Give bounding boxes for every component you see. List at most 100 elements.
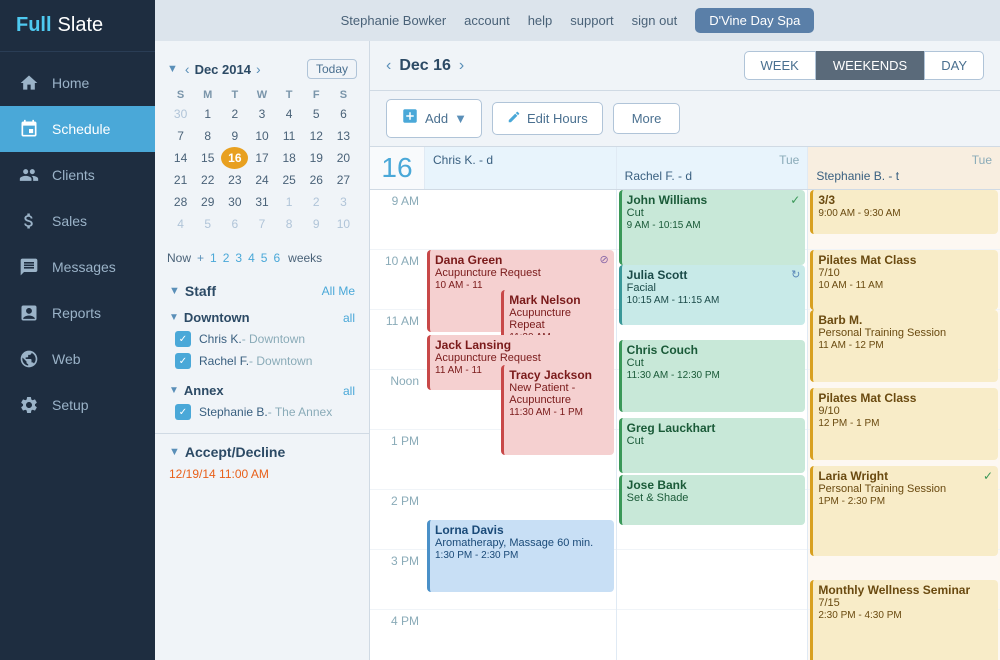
sidebar-item-reports[interactable]: Reports [0, 290, 155, 336]
cal-main-prev-button[interactable]: ‹ [386, 57, 391, 75]
appt-tracy-jackson[interactable]: Tracy Jackson New Patient - Acupuncture … [501, 365, 613, 455]
appt-jose-bank[interactable]: Jose Bank Set & Shade [619, 475, 806, 525]
week-link-5[interactable]: 5 [261, 251, 268, 265]
spa-button[interactable]: D'Vine Day Spa [695, 8, 814, 33]
cal-day[interactable]: 7 [167, 125, 194, 147]
day-view-button[interactable]: DAY [924, 51, 984, 80]
annex-all-link[interactable]: all [343, 384, 355, 398]
appt-pilates-1[interactable]: Pilates Mat Class 7/10 10 AM - 11 AM [810, 250, 998, 310]
cal-day[interactable]: 9 [303, 213, 330, 235]
week-link-1[interactable]: 1 [210, 251, 217, 265]
appt-lorna-davis[interactable]: Lorna Davis Aromatherapy, Massage 60 min… [427, 520, 614, 592]
cal-day[interactable]: 14 [167, 147, 194, 169]
appt-3-3[interactable]: 3/3 9:00 AM - 9:30 AM [810, 190, 998, 234]
cal-day[interactable]: 19 [303, 147, 330, 169]
topbar-signout-link[interactable]: sign out [632, 13, 678, 28]
appt-julia-scott[interactable]: ↻ Julia Scott Facial 10:15 AM - 11:15 AM [619, 265, 806, 325]
cal-day[interactable]: 23 [221, 169, 248, 191]
sidebar-item-clients[interactable]: Clients [0, 152, 155, 198]
accept-arrow[interactable]: ▼ [169, 446, 180, 458]
cal-day[interactable]: 10 [248, 125, 275, 147]
sidebar-item-setup[interactable]: Setup [0, 382, 155, 428]
sidebar-item-web[interactable]: Web [0, 336, 155, 382]
cal-dropdown-arrow[interactable]: ▼ [167, 63, 178, 75]
staff-all-me-link[interactable]: All Me [322, 284, 355, 298]
cal-day[interactable]: 21 [167, 169, 194, 191]
sidebar-item-home[interactable]: Home [0, 60, 155, 106]
cal-day[interactable]: 12 [303, 125, 330, 147]
cal-day[interactable]: 3 [330, 191, 357, 213]
cal-day[interactable]: 13 [330, 125, 357, 147]
cal-day[interactable]: 1 [194, 103, 221, 125]
cal-day[interactable]: 5 [194, 213, 221, 235]
edit-hours-button[interactable]: Edit Hours [492, 102, 603, 135]
cal-day[interactable]: 4 [167, 213, 194, 235]
week-link-3[interactable]: 3 [235, 251, 242, 265]
cal-day[interactable]: 30 [167, 103, 194, 125]
cal-day[interactable]: 2 [221, 103, 248, 125]
add-button[interactable]: Add ▼ [386, 99, 482, 138]
staff-arrow[interactable]: ▼ [169, 285, 180, 297]
cal-prev-button[interactable]: ‹ [182, 61, 193, 77]
cal-day[interactable]: 30 [221, 191, 248, 213]
appt-laria-wright[interactable]: ✓ Laria Wright Personal Training Session… [810, 466, 998, 556]
cal-day[interactable]: 4 [276, 103, 303, 125]
appt-john-williams[interactable]: ✓ John Williams Cut 9 AM - 10:15 AM [619, 190, 806, 265]
cal-next-button[interactable]: › [253, 61, 264, 77]
staff-item-stephanieb[interactable]: Stephanie B.- The Annex [169, 401, 355, 423]
cal-main-next-button[interactable]: › [459, 57, 464, 75]
appt-monthly-wellness[interactable]: Monthly Wellness Seminar 7/15 2:30 PM - … [810, 580, 998, 660]
staff-section: ▼ Staff All Me ▼ Downtown all [155, 275, 369, 427]
topbar-account-link[interactable]: account [464, 13, 510, 28]
week-link-4[interactable]: 4 [248, 251, 255, 265]
downtown-all-link[interactable]: all [343, 311, 355, 325]
cal-day[interactable]: 31 [248, 191, 275, 213]
week-link-2[interactable]: 2 [223, 251, 230, 265]
staff-item-rachelf[interactable]: Rachel F.- Downtown [169, 350, 355, 372]
cal-day[interactable]: 5 [303, 103, 330, 125]
cal-day[interactable]: 17 [248, 147, 275, 169]
sidebar-item-schedule[interactable]: Schedule [0, 106, 155, 152]
cal-day[interactable]: 6 [221, 213, 248, 235]
cal-day[interactable]: 27 [330, 169, 357, 191]
sidebar-item-messages[interactable]: Messages [0, 244, 155, 290]
cal-day[interactable]: 18 [276, 147, 303, 169]
cal-day[interactable]: 29 [194, 191, 221, 213]
cal-day[interactable]: 3 [248, 103, 275, 125]
weekends-view-button[interactable]: WEEKENDS [816, 51, 924, 80]
today-button[interactable]: Today [307, 59, 357, 79]
sidebar-item-sales[interactable]: Sales [0, 198, 155, 244]
now-link[interactable]: Now [167, 251, 191, 265]
appt-pilates-2[interactable]: Pilates Mat Class 9/10 12 PM - 1 PM [810, 388, 998, 460]
web-icon [18, 348, 40, 370]
cal-day[interactable]: 10 [330, 213, 357, 235]
accept-decline-link[interactable]: 12/19/14 11:00 AM [169, 467, 269, 481]
topbar-help-link[interactable]: help [528, 13, 553, 28]
topbar-support-link[interactable]: support [570, 13, 613, 28]
staff-item-chrisk[interactable]: Chris K.- Downtown [169, 328, 355, 350]
week-link-6[interactable]: 6 [273, 251, 280, 265]
cal-day[interactable]: 25 [276, 169, 303, 191]
cal-day[interactable]: 2 [303, 191, 330, 213]
appt-chris-couch[interactable]: Chris Couch Cut 11:30 AM - 12:30 PM [619, 340, 806, 412]
cal-day[interactable]: 1 [276, 191, 303, 213]
cal-day[interactable]: 28 [167, 191, 194, 213]
more-button[interactable]: More [613, 103, 681, 134]
cal-day[interactable]: 11 [276, 125, 303, 147]
cal-day[interactable]: 24 [248, 169, 275, 191]
cal-day[interactable]: 15 [194, 147, 221, 169]
cal-day[interactable]: 22 [194, 169, 221, 191]
week-view-button[interactable]: WEEK [744, 51, 816, 80]
cal-day-today[interactable]: 16 [221, 147, 248, 169]
cal-day[interactable]: 20 [330, 147, 357, 169]
cal-day[interactable]: 7 [248, 213, 275, 235]
annex-arrow[interactable]: ▼ [169, 385, 179, 396]
downtown-arrow[interactable]: ▼ [169, 312, 179, 323]
cal-day[interactable]: 26 [303, 169, 330, 191]
cal-day[interactable]: 8 [276, 213, 303, 235]
appt-greg-lauckhart[interactable]: Greg Lauckhart Cut [619, 418, 806, 473]
cal-day[interactable]: 9 [221, 125, 248, 147]
cal-day[interactable]: 6 [330, 103, 357, 125]
cal-day[interactable]: 8 [194, 125, 221, 147]
appt-barb-m[interactable]: Barb M. Personal Training Session 11 AM … [810, 310, 998, 382]
